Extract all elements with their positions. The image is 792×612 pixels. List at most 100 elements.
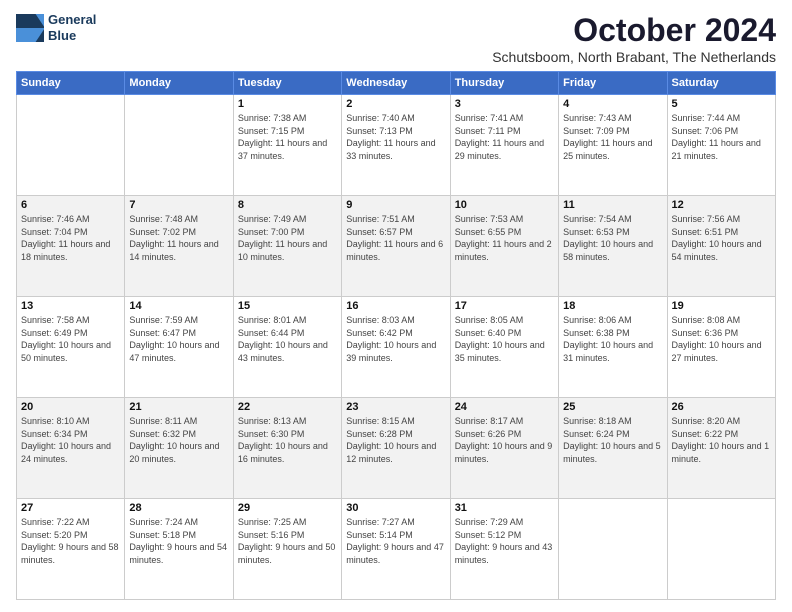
title-block: October 2024 Schutsboom, North Brabant, … [492,12,776,65]
header: General Blue October 2024 Schutsboom, No… [16,12,776,65]
day-number: 2 [346,98,445,110]
day-number: 7 [129,199,228,211]
day-number: 30 [346,502,445,514]
day-info: Sunrise: 8:03 AM Sunset: 6:42 PM Dayligh… [346,314,445,364]
day-info: Sunrise: 7:29 AM Sunset: 5:12 PM Dayligh… [455,516,554,566]
calendar-cell: 31 Sunrise: 7:29 AM Sunset: 5:12 PM Dayli… [450,499,558,600]
day-info: Sunrise: 7:58 AM Sunset: 6:49 PM Dayligh… [21,314,120,364]
calendar-cell: 11 Sunrise: 7:54 AM Sunset: 6:53 PM Dayli… [559,196,667,297]
calendar-day-header: Wednesday [342,72,450,95]
calendar-cell [17,95,125,196]
calendar-cell: 4 Sunrise: 7:43 AM Sunset: 7:09 PM Daylig… [559,95,667,196]
calendar-cell [125,95,233,196]
day-number: 8 [238,199,337,211]
day-info: Sunrise: 7:49 AM Sunset: 7:00 PM Dayligh… [238,213,337,263]
day-info: Sunrise: 8:05 AM Sunset: 6:40 PM Dayligh… [455,314,554,364]
day-number: 26 [672,401,771,413]
calendar-day-header: Sunday [17,72,125,95]
calendar-day-header: Tuesday [233,72,341,95]
day-number: 29 [238,502,337,514]
calendar-cell: 12 Sunrise: 7:56 AM Sunset: 6:51 PM Dayli… [667,196,775,297]
calendar-cell: 30Sunrise: 7:27 AM Sunset: 5:14 PM Dayli… [342,499,450,600]
subtitle: Schutsboom, North Brabant, The Netherlan… [492,49,776,65]
day-number: 25 [563,401,662,413]
calendar-cell: 3 Sunrise: 7:41 AM Sunset: 7:11 PM Daylig… [450,95,558,196]
day-info: Sunrise: 8:01 AM Sunset: 6:44 PM Dayligh… [238,314,337,364]
calendar-week-row: 1 Sunrise: 7:38 AM Sunset: 7:15 PM Daylig… [17,95,776,196]
day-info: Sunrise: 8:11 AM Sunset: 6:32 PM Dayligh… [129,415,228,465]
calendar-cell: 26 Sunrise: 8:20 AM Sunset: 6:22 PM Dayli… [667,398,775,499]
calendar-day-header: Saturday [667,72,775,95]
day-info: Sunrise: 8:17 AM Sunset: 6:26 PM Dayligh… [455,415,554,465]
day-number: 1 [238,98,337,110]
day-number: 10 [455,199,554,211]
day-number: 20 [21,401,120,413]
day-info: Sunrise: 7:54 AM Sunset: 6:53 PM Dayligh… [563,213,662,263]
day-number: 16 [346,300,445,312]
logo: General Blue [16,12,96,43]
calendar-cell: 20 Sunrise: 8:10 AM Sunset: 6:34 PM Dayli… [17,398,125,499]
calendar-day-header: Monday [125,72,233,95]
day-info: Sunrise: 7:51 AM Sunset: 6:57 PM Dayligh… [346,213,445,263]
day-number: 14 [129,300,228,312]
calendar-cell: 15 Sunrise: 8:01 AM Sunset: 6:44 PM Dayli… [233,297,341,398]
calendar-cell: 7 Sunrise: 7:48 AM Sunset: 7:02 PM Daylig… [125,196,233,297]
day-number: 3 [455,98,554,110]
calendar-day-header: Thursday [450,72,558,95]
calendar-table: SundayMondayTuesdayWednesdayThursdayFrid… [16,71,776,600]
day-number: 31 [455,502,554,514]
calendar-cell [559,499,667,600]
calendar-week-row: 13 Sunrise: 7:58 AM Sunset: 6:49 PM Dayli… [17,297,776,398]
month-title: October 2024 [492,12,776,49]
day-info: Sunrise: 7:53 AM Sunset: 6:55 PM Dayligh… [455,213,554,263]
calendar-cell: 21 Sunrise: 8:11 AM Sunset: 6:32 PM Dayli… [125,398,233,499]
day-number: 13 [21,300,120,312]
day-info: Sunrise: 8:06 AM Sunset: 6:38 PM Dayligh… [563,314,662,364]
logo-text: General Blue [48,12,96,43]
day-info: Sunrise: 7:48 AM Sunset: 7:02 PM Dayligh… [129,213,228,263]
day-info: Sunrise: 8:20 AM Sunset: 6:22 PM Dayligh… [672,415,771,465]
day-info: Sunrise: 7:44 AM Sunset: 7:06 PM Dayligh… [672,112,771,162]
calendar-cell: 13 Sunrise: 7:58 AM Sunset: 6:49 PM Dayli… [17,297,125,398]
calendar-cell: 6Sunrise: 7:46 AM Sunset: 7:04 PM Daylig… [17,196,125,297]
day-info: Sunrise: 7:59 AM Sunset: 6:47 PM Dayligh… [129,314,228,364]
page: General Blue October 2024 Schutsboom, No… [0,0,792,612]
day-number: 21 [129,401,228,413]
calendar-week-row: 6Sunrise: 7:46 AM Sunset: 7:04 PM Daylig… [17,196,776,297]
calendar-cell: 14 Sunrise: 7:59 AM Sunset: 6:47 PM Dayli… [125,297,233,398]
day-number: 24 [455,401,554,413]
day-number: 27 [21,502,120,514]
day-info: Sunrise: 7:56 AM Sunset: 6:51 PM Dayligh… [672,213,771,263]
day-info: Sunrise: 7:43 AM Sunset: 7:09 PM Dayligh… [563,112,662,162]
calendar-cell: 1 Sunrise: 7:38 AM Sunset: 7:15 PM Daylig… [233,95,341,196]
day-number: 6 [21,199,120,211]
calendar-cell [667,499,775,600]
day-info: Sunrise: 8:10 AM Sunset: 6:34 PM Dayligh… [21,415,120,465]
calendar-cell: 23 Sunrise: 8:15 AM Sunset: 6:28 PM Dayli… [342,398,450,499]
day-number: 15 [238,300,337,312]
day-number: 5 [672,98,771,110]
calendar-cell: 16 Sunrise: 8:03 AM Sunset: 6:42 PM Dayli… [342,297,450,398]
calendar-cell: 29Sunrise: 7:25 AM Sunset: 5:16 PM Dayli… [233,499,341,600]
calendar-cell: 28Sunrise: 7:24 AM Sunset: 5:18 PM Dayli… [125,499,233,600]
day-info: Sunrise: 7:40 AM Sunset: 7:13 PM Dayligh… [346,112,445,162]
calendar-cell: 9Sunrise: 7:51 AM Sunset: 6:57 PM Daylig… [342,196,450,297]
calendar-cell: 27Sunrise: 7:22 AM Sunset: 5:20 PM Dayli… [17,499,125,600]
general-blue-logo-icon [16,14,44,42]
day-info: Sunrise: 7:38 AM Sunset: 7:15 PM Dayligh… [238,112,337,162]
day-number: 4 [563,98,662,110]
calendar-cell: 5 Sunrise: 7:44 AM Sunset: 7:06 PM Daylig… [667,95,775,196]
day-number: 11 [563,199,662,211]
day-info: Sunrise: 8:08 AM Sunset: 6:36 PM Dayligh… [672,314,771,364]
day-info: Sunrise: 7:41 AM Sunset: 7:11 PM Dayligh… [455,112,554,162]
day-number: 23 [346,401,445,413]
day-number: 12 [672,199,771,211]
calendar-week-row: 27Sunrise: 7:22 AM Sunset: 5:20 PM Dayli… [17,499,776,600]
calendar-cell: 25Sunrise: 8:18 AM Sunset: 6:24 PM Dayli… [559,398,667,499]
calendar-cell: 2 Sunrise: 7:40 AM Sunset: 7:13 PM Daylig… [342,95,450,196]
day-info: Sunrise: 8:15 AM Sunset: 6:28 PM Dayligh… [346,415,445,465]
day-number: 18 [563,300,662,312]
calendar-cell: 19Sunrise: 8:08 AM Sunset: 6:36 PM Dayli… [667,297,775,398]
calendar-cell: 22Sunrise: 8:13 AM Sunset: 6:30 PM Dayli… [233,398,341,499]
calendar-week-row: 20 Sunrise: 8:10 AM Sunset: 6:34 PM Dayli… [17,398,776,499]
